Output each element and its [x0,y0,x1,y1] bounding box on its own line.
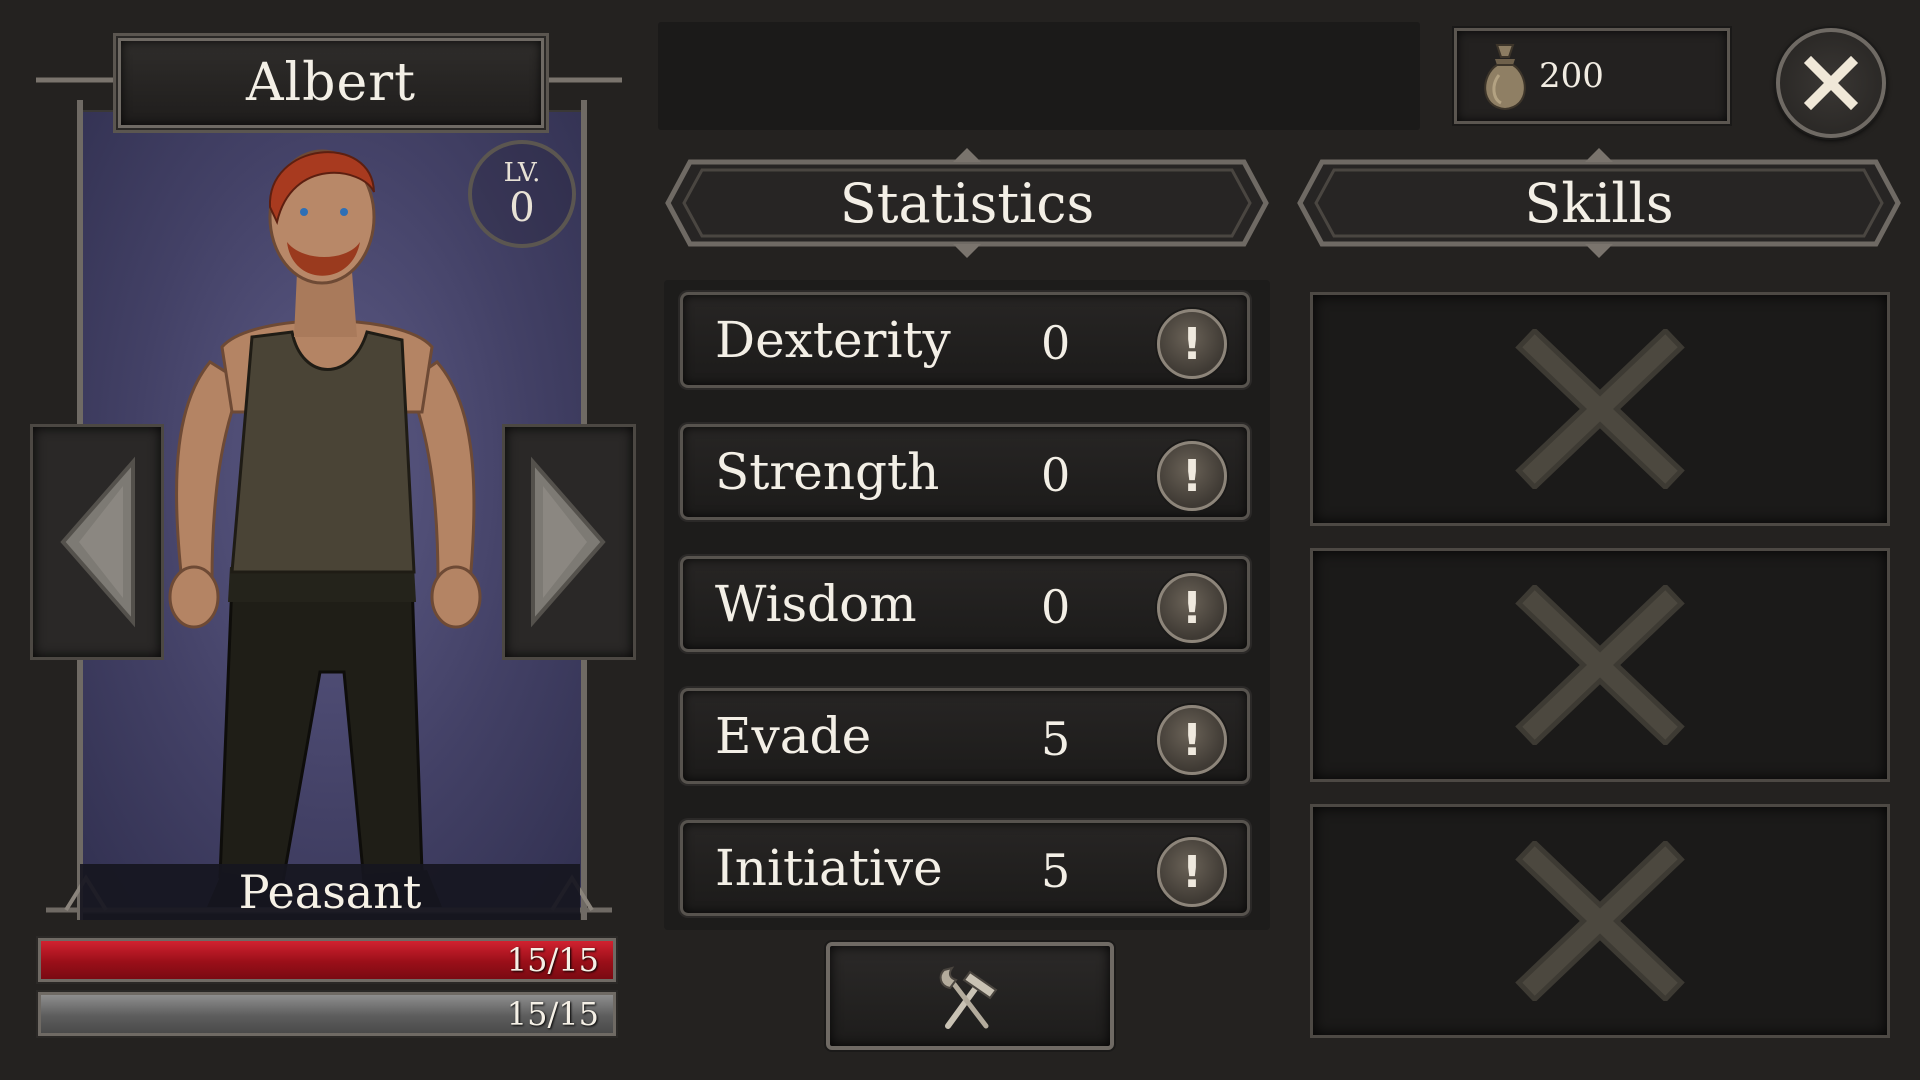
stat-info-button[interactable]: ! [1157,837,1227,907]
stat-value: 0 [1041,448,1071,502]
empty-slot-x-icon [1515,329,1685,489]
stat-info-button[interactable]: ! [1157,573,1227,643]
exclamation-icon: ! [1181,450,1203,502]
stat-row-wisdom: Wisdom 0 ! [680,556,1250,652]
statistics-panel: Dexterity 0 ! Strength 0 ! Wisdom 0 ! Ev… [664,280,1270,930]
skills-header: Skills [1292,148,1906,258]
exclamation-icon: ! [1181,714,1203,766]
stat-row-evade: Evade 5 ! [680,688,1250,784]
character-class: Peasant [238,865,422,919]
close-button[interactable] [1776,28,1886,138]
craft-button[interactable] [826,942,1114,1050]
level-label: LV. [503,158,541,188]
exclamation-icon: ! [1181,318,1203,370]
experience-bar: 15/15 [38,992,616,1036]
skill-slot-2[interactable] [1310,548,1890,782]
character-class-banner: Peasant [80,864,580,920]
health-value: 15/15 [506,941,599,979]
money-bag-icon [1484,44,1526,111]
previous-character-button[interactable] [30,424,164,660]
stat-value: 5 [1041,844,1071,898]
stat-info-button[interactable]: ! [1157,309,1227,379]
skill-slot-1[interactable] [1310,292,1890,526]
stat-row-initiative: Initiative 5 ! [680,820,1250,916]
stat-value: 0 [1041,580,1071,634]
health-bar: 15/15 [38,938,616,982]
stat-row-dexterity: Dexterity 0 ! [680,292,1250,388]
stat-name: Wisdom [715,575,917,633]
message-box [658,22,1420,130]
character-name: Albert [246,53,416,113]
statistics-title: Statistics [839,171,1095,235]
stat-name: Dexterity [715,311,951,369]
stat-row-strength: Strength 0 ! [680,424,1250,520]
exclamation-icon: ! [1181,582,1203,634]
exclamation-icon: ! [1181,846,1203,898]
skills-title: Skills [1524,171,1674,235]
stat-info-button[interactable]: ! [1157,705,1227,775]
chevron-left-icon [60,456,135,628]
close-icon [1803,55,1859,111]
empty-slot-x-icon [1515,841,1685,1001]
skill-slot-3[interactable] [1310,804,1890,1038]
level-value: 0 [509,185,535,231]
stat-value: 0 [1041,316,1071,370]
stat-name: Strength [715,443,940,501]
stat-value: 5 [1041,712,1071,766]
statistics-header: Statistics [660,148,1274,258]
stat-name: Initiative [715,839,943,897]
stat-info-button[interactable]: ! [1157,441,1227,511]
empty-slot-x-icon [1515,585,1685,745]
level-badge: LV. 0 [468,140,576,248]
hammer-tools-icon [939,966,998,1029]
gold-amount: 200 [1539,56,1604,96]
experience-value: 15/15 [506,995,599,1033]
next-character-button[interactable] [502,424,636,660]
chevron-right-icon [531,456,606,628]
stat-name: Evade [715,707,872,765]
gold-counter: 200 [1454,28,1730,124]
character-name-plate: Albert [118,38,544,128]
